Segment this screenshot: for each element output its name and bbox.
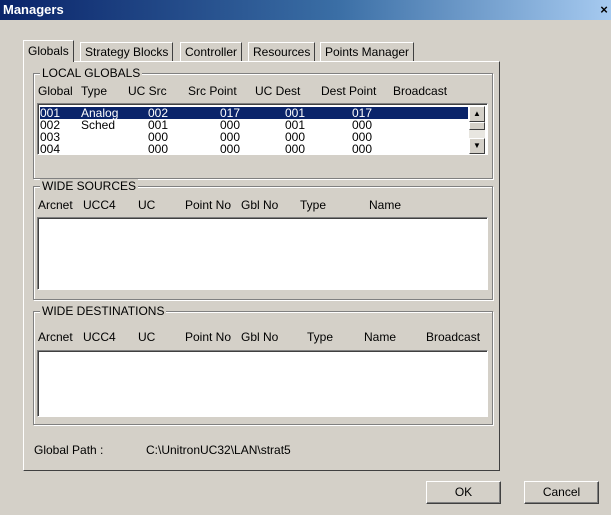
local-globals-list[interactable]: 001 Analog 002 017 001 017 002 Sched 001… xyxy=(37,103,488,155)
list-item[interactable]: 004 000 000 000 000 xyxy=(40,143,468,155)
cell-dest-point: 000 xyxy=(352,142,373,156)
close-icon[interactable]: × xyxy=(597,3,611,17)
window-title: Managers xyxy=(3,2,64,17)
tab-globals[interactable]: Globals xyxy=(23,40,74,62)
column-header-point-no: Point No xyxy=(185,198,232,212)
column-header-name: Name xyxy=(369,198,402,212)
column-header-uc-dest: UC Dest xyxy=(255,84,301,98)
global-path-label: Global Path : xyxy=(34,443,104,457)
column-header-type: Type xyxy=(307,330,334,344)
list-item[interactable]: 002 Sched 001 000 001 000 xyxy=(40,119,468,131)
column-header-type: Type xyxy=(300,198,327,212)
cell-uc-dest: 000 xyxy=(285,142,306,156)
wide-sources-list[interactable] xyxy=(37,217,488,290)
wide-sources-group: WIDE SOURCES Arcnet UCC4 UC Point No Gbl… xyxy=(33,179,493,300)
column-header-arcnet: Arcnet xyxy=(38,330,73,344)
cell-uc-src: 000 xyxy=(148,142,169,156)
cell-type: Sched xyxy=(81,118,116,132)
tab-strategy-blocks[interactable]: Strategy Blocks xyxy=(80,42,174,62)
local-globals-title: LOCAL GLOBALS xyxy=(40,66,143,80)
column-header-type: Type xyxy=(81,84,108,98)
column-header-src-point: Src Point xyxy=(188,84,237,98)
column-header-broadcast: Broadcast xyxy=(393,84,448,98)
column-header-broadcast: Broadcast xyxy=(426,330,481,344)
column-header-ucc4: UCC4 xyxy=(83,198,116,212)
cell-src-point: 000 xyxy=(220,142,241,156)
cell-global: 004 xyxy=(40,142,61,156)
column-header-global: Global xyxy=(38,84,73,98)
scroll-thumb[interactable] xyxy=(469,122,485,130)
local-globals-group: LOCAL GLOBALS Global Type UC Src Src Poi… xyxy=(33,66,493,179)
column-header-gbl-no: Gbl No xyxy=(241,330,279,344)
column-header-point-no: Point No xyxy=(185,330,232,344)
local-globals-scrollbar[interactable]: ▲ ▼ xyxy=(469,106,485,154)
cancel-button[interactable]: Cancel xyxy=(524,481,599,504)
scroll-down-icon[interactable]: ▼ xyxy=(469,138,485,154)
column-header-ucc4: UCC4 xyxy=(83,330,116,344)
column-header-gbl-no: Gbl No xyxy=(241,198,279,212)
column-header-uc: UC xyxy=(138,330,156,344)
column-header-name: Name xyxy=(364,330,397,344)
title-bar: Managers × xyxy=(0,0,611,20)
wide-destinations-title: WIDE DESTINATIONS xyxy=(40,304,167,318)
tab-points-manager[interactable]: Points Manager xyxy=(320,42,415,62)
tab-controller[interactable]: Controller xyxy=(180,42,243,62)
wide-destinations-group: WIDE DESTINATIONS Arcnet UCC4 UC Point N… xyxy=(33,304,493,425)
column-header-uc: UC xyxy=(138,198,156,212)
global-path-value: C:\UnitronUC32\LAN\strat5 xyxy=(146,443,291,457)
tab-panel-globals: LOCAL GLOBALS Global Type UC Src Src Poi… xyxy=(23,61,500,471)
wide-sources-title: WIDE SOURCES xyxy=(40,179,139,193)
tab-resources[interactable]: Resources xyxy=(248,42,316,62)
column-header-arcnet: Arcnet xyxy=(38,198,73,212)
column-header-uc-src: UC Src xyxy=(128,84,167,98)
ok-button[interactable]: OK xyxy=(426,481,501,504)
column-header-dest-point: Dest Point xyxy=(321,84,377,98)
wide-destinations-list[interactable] xyxy=(37,350,488,417)
scroll-up-icon[interactable]: ▲ xyxy=(469,106,485,122)
list-item[interactable]: 003 000 000 000 000 xyxy=(40,131,468,143)
